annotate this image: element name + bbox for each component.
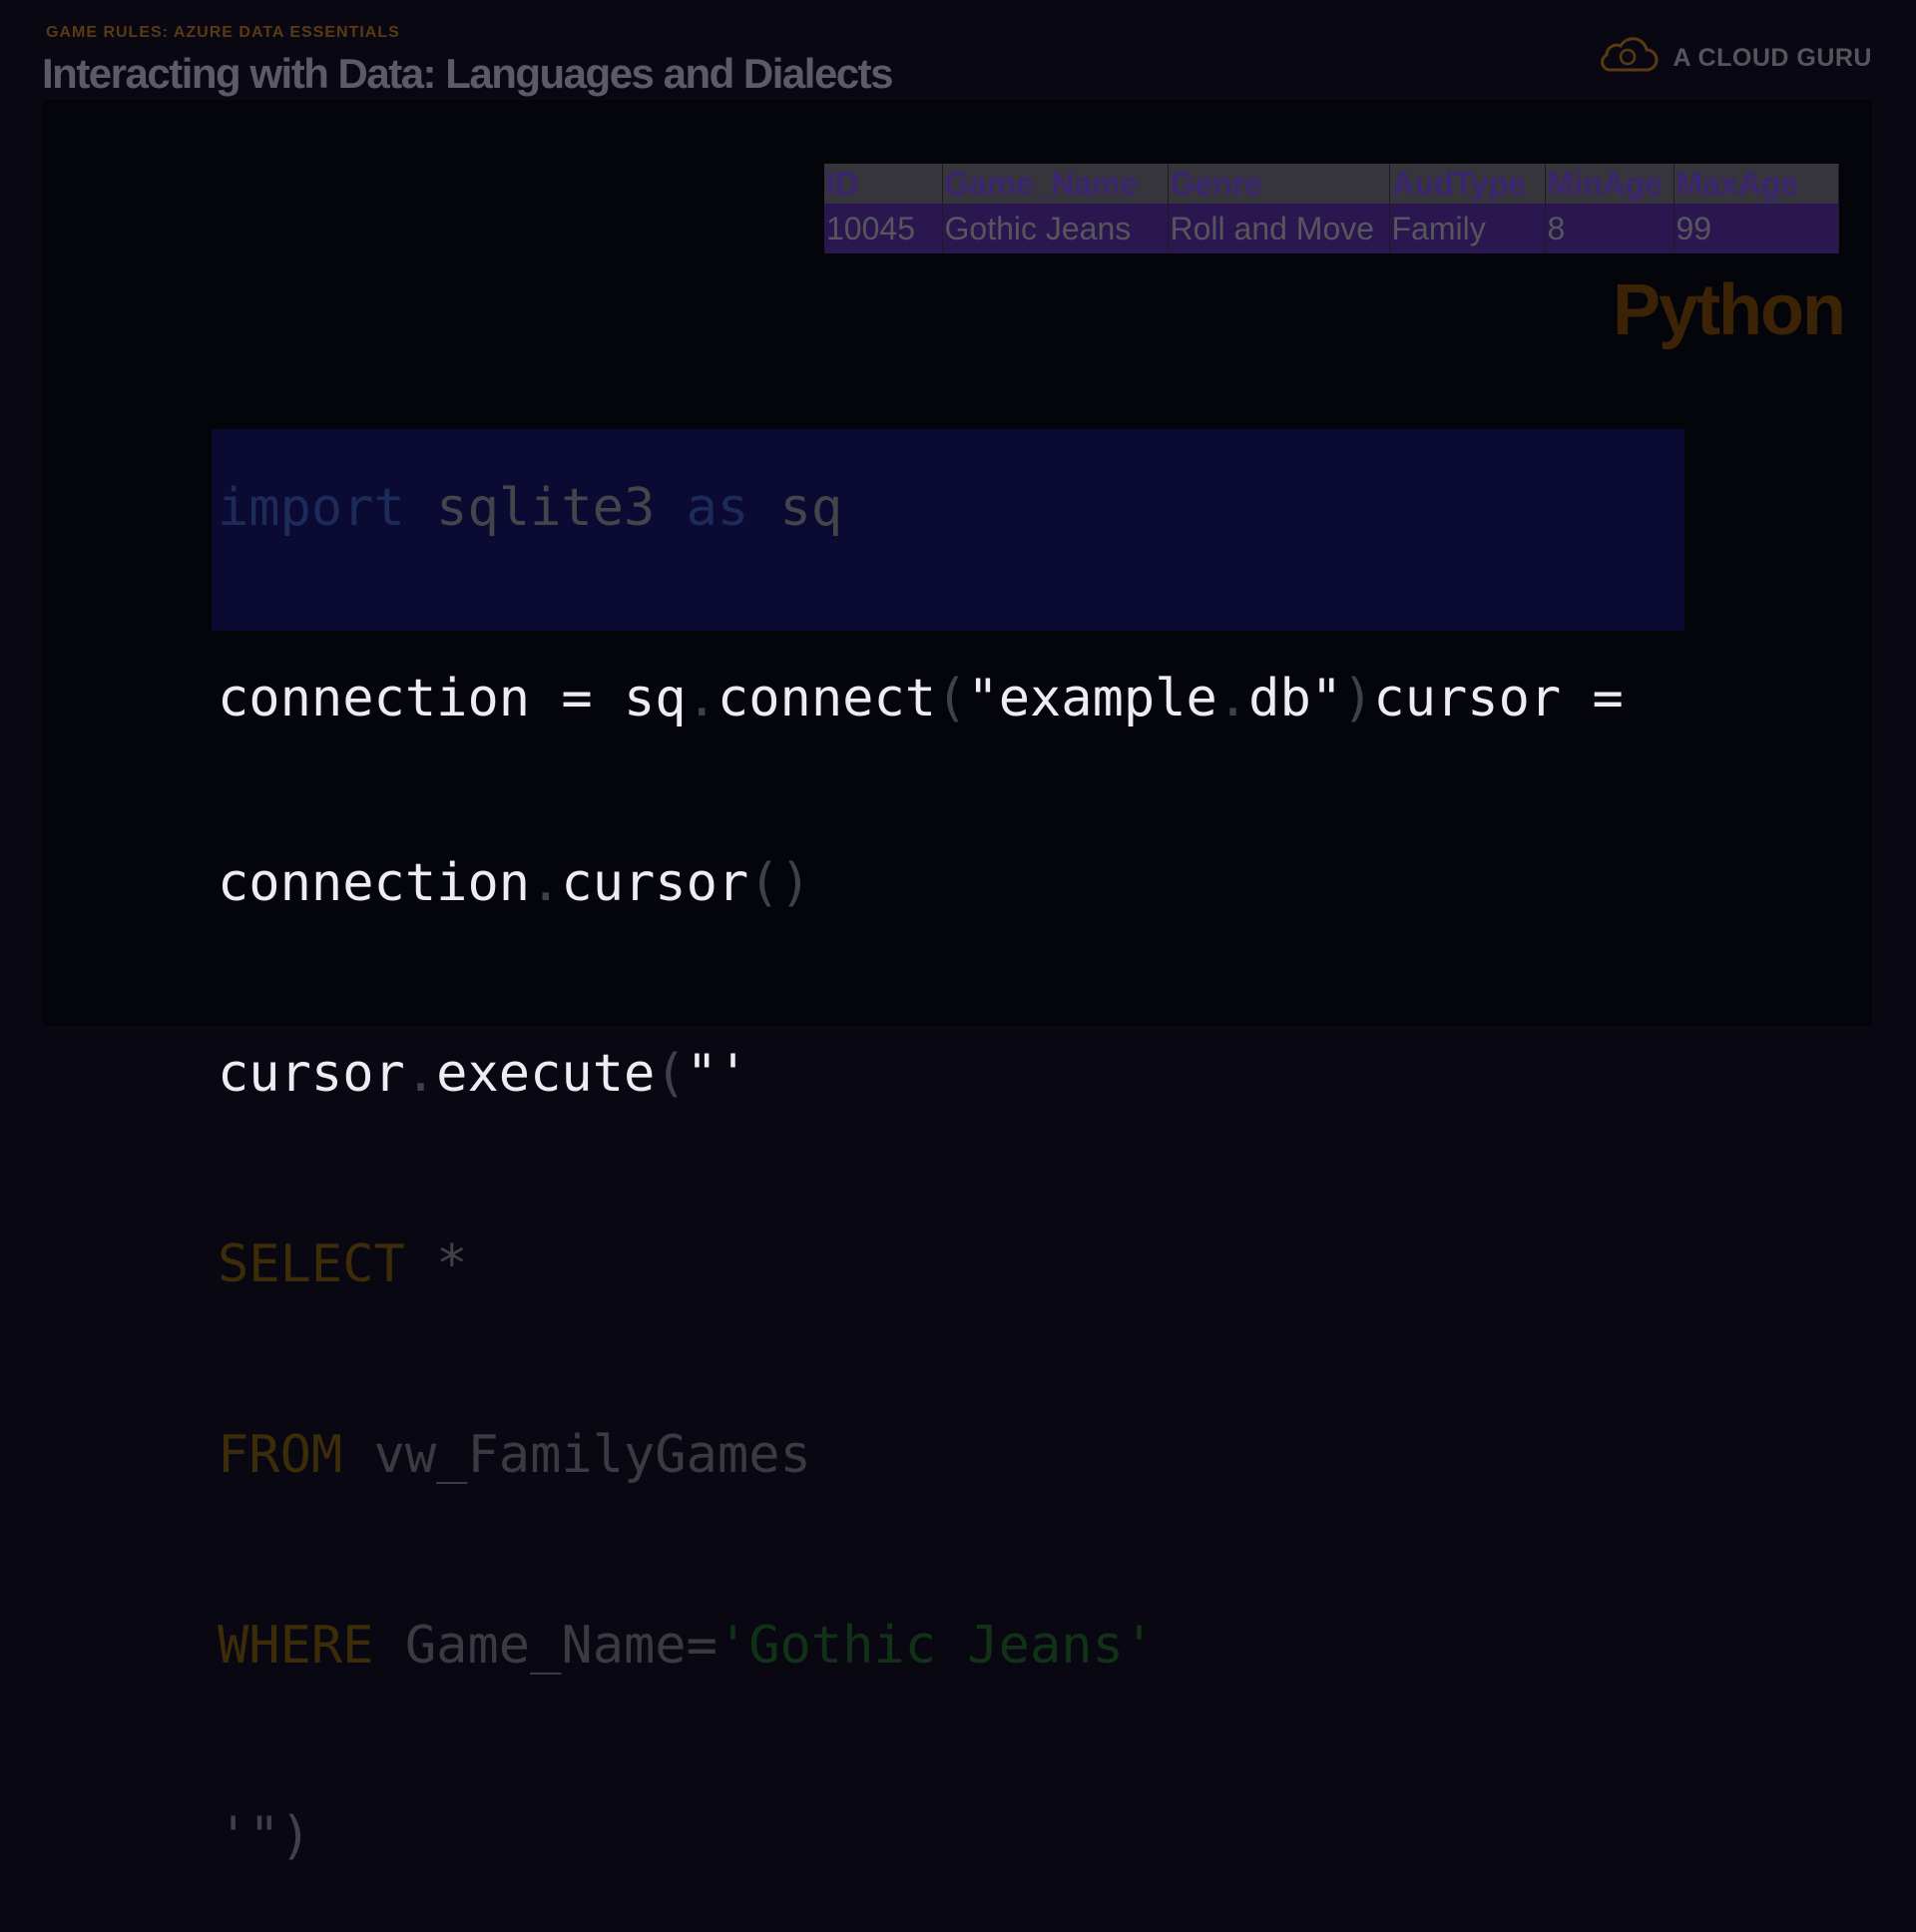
code-line: connection.cursor()	[218, 848, 1624, 919]
code-token: (	[936, 669, 968, 728]
brand-logo: A CLOUD GURU	[1597, 36, 1872, 80]
code-token: WHERE	[218, 1616, 374, 1676]
code-token: cursor	[218, 1044, 405, 1104]
code-token: cursor =	[1373, 669, 1624, 728]
table-cell: Roll and Move	[1168, 204, 1390, 253]
column-header: MinAge	[1545, 164, 1675, 204]
course-eyebrow: GAME RULES: AZURE DATA ESSENTIALS	[46, 24, 400, 41]
language-label: Python	[1613, 270, 1846, 350]
code-token: .	[686, 669, 718, 728]
column-header: AudType	[1389, 164, 1546, 204]
code-token: )	[1342, 669, 1374, 728]
table-cell: 8	[1545, 204, 1675, 253]
code-token: '")	[218, 1806, 311, 1866]
table-row: 10045 Gothic Jeans Roll and Move Family …	[824, 204, 1839, 253]
code-token: 'Gothic Jeans'	[717, 1616, 1156, 1676]
code-token: Game_Name=	[373, 1616, 718, 1676]
code-token: .	[530, 853, 562, 913]
code-line: FROM vw_FamilyGames	[218, 1420, 1624, 1491]
code-line: SELECT *	[218, 1229, 1624, 1300]
code-token: cursor	[561, 853, 749, 913]
table-cell: 99	[1674, 204, 1839, 253]
code-line: '")	[218, 1801, 1624, 1872]
code-token: (	[655, 1044, 687, 1104]
code-token: .	[1216, 669, 1249, 728]
code-token: "'	[686, 1044, 749, 1104]
code-token: as	[686, 478, 749, 538]
column-header: MaxAge	[1674, 164, 1839, 204]
code-line: cursor.execute("'	[218, 1039, 1624, 1110]
code-token: sqlite3	[404, 478, 687, 538]
cloud-icon	[1597, 36, 1659, 81]
code-token: vw_FamilyGames	[342, 1425, 811, 1485]
code-block: import sqlite3 as sq connection = sq.con…	[218, 353, 1624, 1932]
code-line: WHERE Game_Name='Gothic Jeans'	[218, 1611, 1624, 1682]
result-table: ID Game_Name Genre AudType MinAge MaxAge…	[824, 164, 1839, 253]
code-token: connection	[218, 853, 531, 913]
column-header: Genre	[1168, 164, 1390, 204]
page-title: Interacting with Data: Languages and Dia…	[42, 50, 894, 97]
table-cell: Family	[1389, 204, 1546, 253]
brand-name: A CLOUD GURU	[1673, 43, 1872, 72]
column-header: Game_Name	[942, 164, 1169, 204]
code-token: import	[218, 478, 405, 538]
code-token: "example	[967, 669, 1217, 728]
code-token: execute	[436, 1044, 656, 1104]
code-token: sq	[748, 478, 843, 538]
code-line: import sqlite3 as sq	[218, 473, 1624, 544]
code-token: .	[404, 1044, 437, 1104]
code-token: connection = sq	[218, 669, 687, 728]
code-token: SELECT	[218, 1234, 405, 1294]
code-token: *	[404, 1234, 468, 1294]
table-cell: 10045	[824, 204, 943, 253]
code-token: ()	[748, 853, 811, 913]
code-line: connection = sq.connect("example.db")cur…	[218, 664, 1624, 734]
code-token: FROM	[218, 1425, 343, 1485]
code-token: connect	[717, 669, 937, 728]
column-header: ID	[824, 164, 943, 204]
table-cell: Gothic Jeans	[942, 204, 1169, 253]
code-token: db"	[1248, 669, 1343, 728]
table-header-row: ID Game_Name Genre AudType MinAge MaxAge	[824, 164, 1839, 204]
